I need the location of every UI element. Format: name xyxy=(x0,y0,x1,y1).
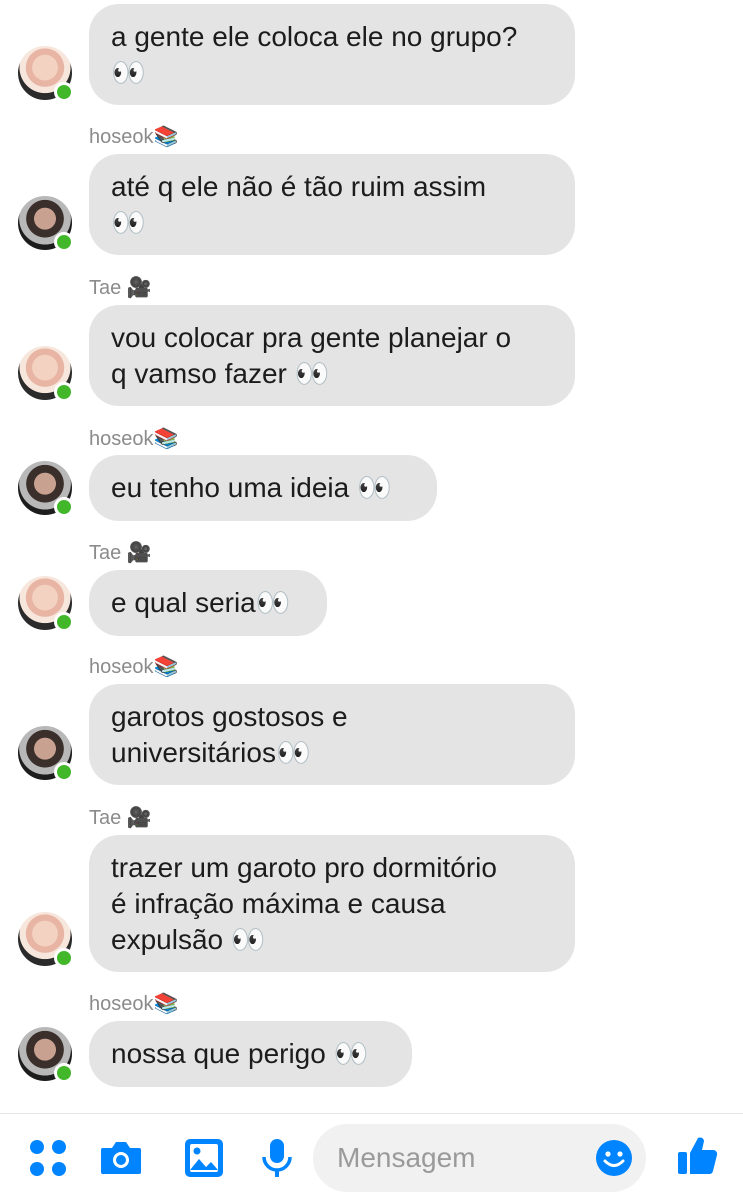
online-indicator xyxy=(54,497,74,517)
message-line: 👀 xyxy=(111,56,146,88)
gallery-icon[interactable] xyxy=(182,1136,226,1180)
online-indicator xyxy=(54,1063,74,1083)
avatar[interactable] xyxy=(18,461,74,517)
sender-name: hoseok📚 xyxy=(89,126,179,148)
sender-name: hoseok📚 xyxy=(89,428,179,450)
sender-name: hoseok📚 xyxy=(89,656,179,678)
message-line: trazer um garoto pro dormitório xyxy=(111,851,497,883)
message-line: universitários👀 xyxy=(111,736,311,768)
camera-icon[interactable] xyxy=(99,1136,143,1180)
message-line: 👀 xyxy=(111,206,146,238)
online-indicator xyxy=(54,232,74,252)
avatar[interactable] xyxy=(18,346,74,402)
message-line: é infração máxima e causa xyxy=(111,887,446,919)
avatar[interactable] xyxy=(18,1027,74,1083)
online-indicator xyxy=(54,948,74,968)
message-line: nossa que perigo 👀 xyxy=(111,1038,369,1069)
microphone-icon[interactable] xyxy=(255,1136,299,1180)
like-icon[interactable] xyxy=(676,1134,720,1178)
online-indicator xyxy=(54,762,74,782)
sender-name: hoseok📚 xyxy=(89,993,179,1015)
message-input[interactable]: Mensagem xyxy=(313,1124,646,1192)
message-bubble[interactable]: vou colocar pra gente planejar o q vamso… xyxy=(89,305,575,406)
sender-name: Tae 🎥 xyxy=(89,277,152,299)
online-indicator xyxy=(54,382,74,402)
message-line: eu tenho uma ideia 👀 xyxy=(111,472,392,503)
message-line: garotos gostosos e xyxy=(111,700,348,732)
sender-name: Tae 🎥 xyxy=(89,542,152,564)
message-bubble[interactable]: eu tenho uma ideia 👀 xyxy=(89,455,437,521)
message-bubble[interactable]: e qual seria👀 xyxy=(89,570,327,636)
avatar[interactable] xyxy=(18,46,74,102)
message-bubble[interactable]: garotos gostosos e universitários👀 xyxy=(89,684,575,785)
avatar[interactable] xyxy=(18,196,74,252)
message-placeholder: Mensagem xyxy=(337,1142,476,1173)
message-bubble[interactable]: nossa que perigo 👀 xyxy=(89,1021,412,1087)
message-bubble[interactable]: até q ele não é tão ruim assim 👀 xyxy=(89,154,575,255)
avatar[interactable] xyxy=(18,912,74,968)
message-list[interactable]: a gente ele coloca ele no grupo? 👀 hoseo… xyxy=(0,0,743,1112)
message-line: vou colocar pra gente planejar o xyxy=(111,321,512,353)
message-line: q vamso fazer 👀 xyxy=(111,357,330,389)
online-indicator xyxy=(54,612,74,632)
sender-name: Tae 🎥 xyxy=(89,807,152,829)
message-bubble[interactable]: a gente ele coloca ele no grupo? 👀 xyxy=(89,4,575,105)
message-line: e qual seria👀 xyxy=(111,587,291,618)
avatar[interactable] xyxy=(18,726,74,782)
message-bubble[interactable]: trazer um garoto pro dormitório é infraç… xyxy=(89,835,575,972)
apps-icon[interactable] xyxy=(26,1136,70,1180)
online-indicator xyxy=(54,82,74,102)
emoji-icon[interactable] xyxy=(594,1138,634,1178)
message-line: até q ele não é tão ruim assim xyxy=(111,170,487,202)
message-line: a gente ele coloca ele no grupo? xyxy=(111,20,518,52)
avatar[interactable] xyxy=(18,576,74,632)
composer-bar: Mensagem xyxy=(0,1113,743,1201)
message-line: expulsão 👀 xyxy=(111,923,266,955)
